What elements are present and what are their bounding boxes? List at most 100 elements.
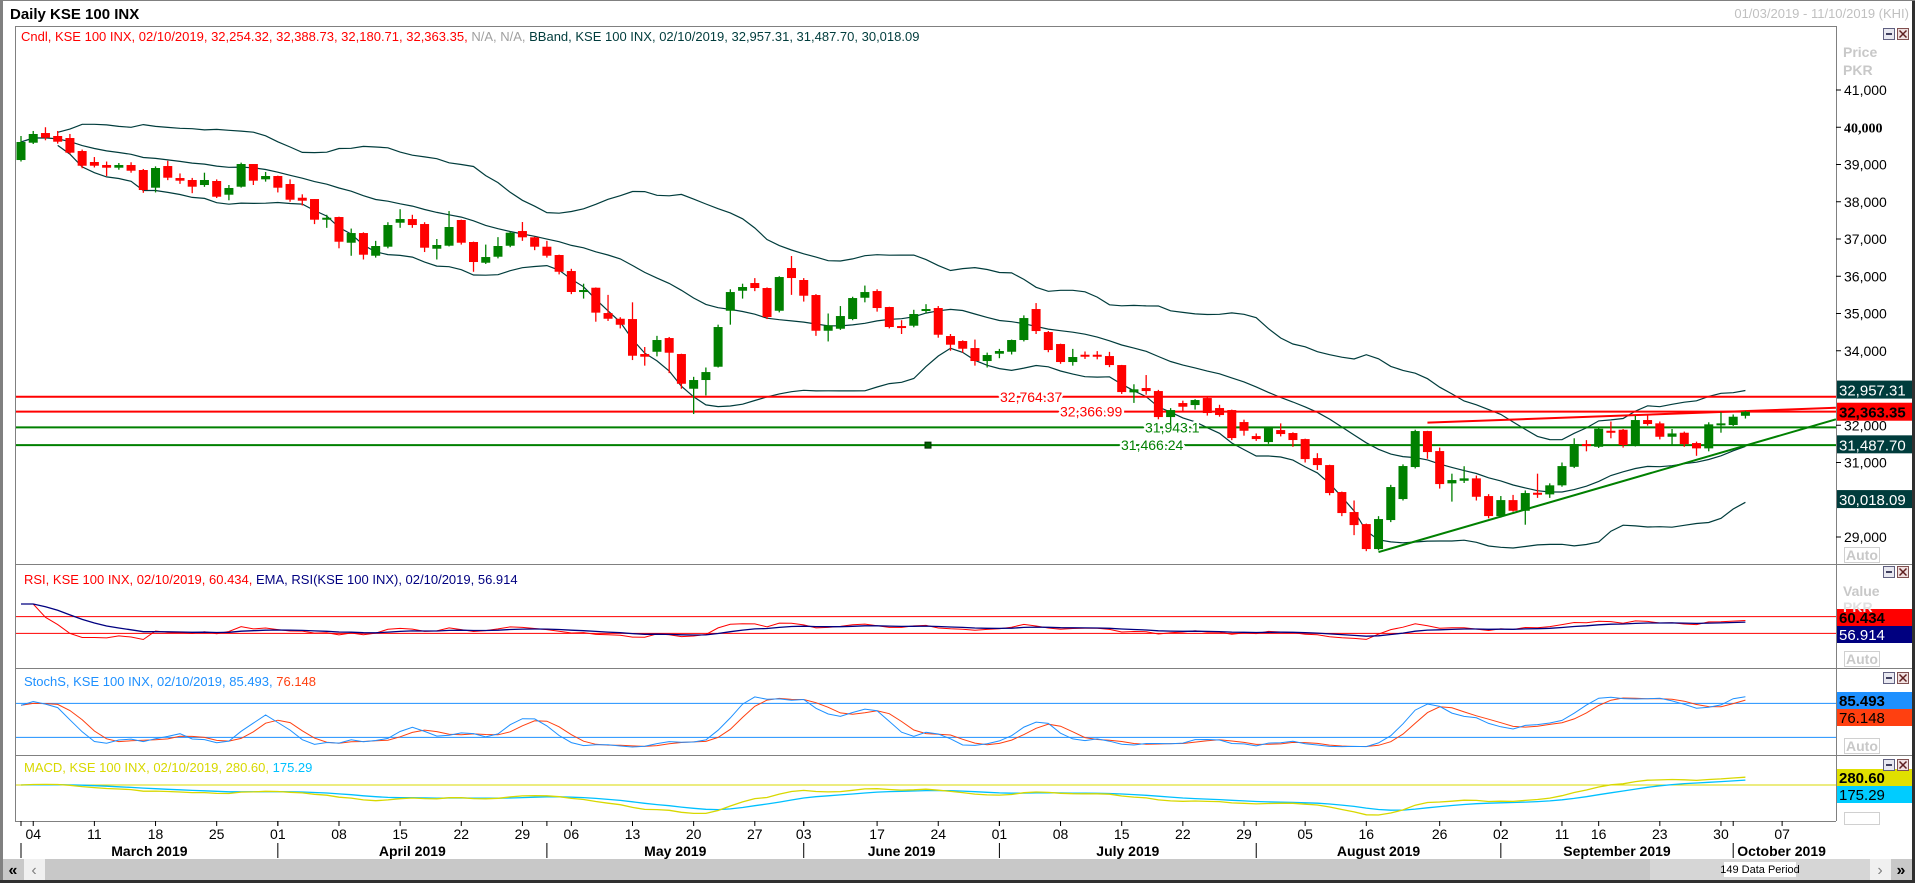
- candle-body: [89, 162, 99, 166]
- candle-body: [1581, 444, 1591, 447]
- candle[interactable]: [1300, 438, 1310, 463]
- candle-body: [554, 255, 564, 272]
- candle[interactable]: [774, 276, 784, 313]
- candle[interactable]: [1202, 396, 1212, 416]
- candle-body: [1508, 500, 1518, 511]
- stoch-auto-button[interactable]: Auto: [1844, 738, 1880, 754]
- candle[interactable]: [554, 254, 564, 275]
- candle-body: [383, 225, 393, 247]
- candle[interactable]: [1117, 364, 1127, 394]
- candle-body: [1484, 496, 1494, 517]
- candle-body: [1740, 411, 1750, 416]
- candle[interactable]: [1361, 523, 1371, 552]
- rsi-pane-minimize-button[interactable]: [1883, 566, 1895, 578]
- candle[interactable]: [713, 324, 723, 368]
- candle-body: [1655, 423, 1665, 437]
- candle[interactable]: [1019, 315, 1029, 342]
- candle-body: [835, 316, 845, 329]
- date-tick-label: 22: [453, 826, 469, 842]
- macd-pane-minimize-button[interactable]: [1883, 759, 1895, 771]
- candle-body: [1533, 492, 1543, 495]
- candle[interactable]: [1594, 427, 1604, 448]
- macd-auto-button[interactable]: [1844, 812, 1880, 825]
- candle[interactable]: [1484, 494, 1494, 519]
- candle[interactable]: [456, 219, 466, 245]
- date-tick-label: 18: [148, 826, 164, 842]
- price-tick-label: 29,000: [1844, 529, 1887, 545]
- price-auto-button[interactable]: Auto: [1844, 547, 1880, 563]
- rsi-pane-close-button[interactable]: [1897, 566, 1909, 578]
- candle[interactable]: [1557, 462, 1567, 487]
- candle[interactable]: [420, 222, 430, 253]
- stoch-pane-minimize-button[interactable]: [1883, 672, 1895, 684]
- price-tick-label: 40,000: [1844, 121, 1883, 136]
- na-legend: N/A, N/A,: [471, 29, 525, 44]
- stoch-legend-d: 76.148: [276, 674, 316, 689]
- candle-body: [1361, 524, 1371, 550]
- minimize-icon-bar: [1886, 571, 1892, 573]
- price-tick-label: 37,000: [1844, 231, 1887, 247]
- price-pane-minimize-button[interactable]: [1883, 28, 1895, 40]
- candle-body: [1386, 487, 1396, 521]
- candle[interactable]: [236, 162, 246, 188]
- candle[interactable]: [77, 149, 87, 169]
- candle-body: [579, 290, 589, 293]
- candle-body: [1007, 340, 1017, 352]
- candle[interactable]: [1435, 447, 1445, 489]
- chevron-left-icon: ‹: [31, 862, 36, 879]
- candle-body: [1288, 433, 1298, 441]
- candle[interactable]: [1630, 415, 1640, 447]
- candle[interactable]: [1410, 429, 1420, 469]
- candle[interactable]: [212, 179, 222, 199]
- candle[interactable]: [1398, 464, 1408, 501]
- window-top-border: [0, 0, 1915, 1]
- candle[interactable]: [1325, 464, 1335, 496]
- macd-pane-close-button[interactable]: [1897, 759, 1909, 771]
- date-tick-label: 23: [1652, 826, 1668, 842]
- candle[interactable]: [383, 222, 393, 249]
- month-label: May 2019: [644, 843, 706, 859]
- candle-body: [1325, 465, 1335, 494]
- candle[interactable]: [505, 231, 515, 248]
- scrollbar-track[interactable]: [3, 859, 1912, 880]
- line-handle-icon[interactable]: [924, 441, 932, 449]
- stoch-pane-close-button[interactable]: [1897, 672, 1909, 684]
- candle[interactable]: [884, 306, 894, 329]
- candle[interactable]: [1056, 343, 1066, 364]
- date-tick-label: 27: [747, 826, 763, 842]
- candle[interactable]: [1043, 331, 1053, 353]
- date-tick-label: 02: [1493, 826, 1509, 842]
- date-tick-label: 17: [869, 826, 885, 842]
- candle[interactable]: [1153, 389, 1163, 420]
- candle[interactable]: [138, 168, 148, 193]
- price-pane-close-button[interactable]: [1897, 28, 1909, 40]
- candle[interactable]: [933, 306, 943, 338]
- candle[interactable]: [848, 296, 858, 321]
- candle-body: [750, 283, 760, 289]
- minimize-icon-bar: [1886, 33, 1892, 35]
- candle[interactable]: [1227, 409, 1237, 441]
- scrollbar[interactable]: « ‹ › » 149 Data Period: [3, 859, 1912, 880]
- candle-body: [1312, 458, 1322, 466]
- candle[interactable]: [566, 268, 576, 295]
- candle[interactable]: [1655, 421, 1665, 440]
- candle[interactable]: [1337, 491, 1347, 517]
- candle-body: [1667, 433, 1677, 437]
- candle[interactable]: [1263, 426, 1273, 444]
- candle-body: [456, 220, 466, 243]
- candle[interactable]: [811, 294, 821, 336]
- candle-body: [909, 314, 919, 326]
- candle[interactable]: [1471, 475, 1481, 501]
- candle[interactable]: [676, 353, 686, 389]
- candle-body: [603, 313, 613, 319]
- candle[interactable]: [1386, 484, 1396, 523]
- candle[interactable]: [1618, 428, 1628, 448]
- price-tick-label: 38,000: [1844, 194, 1887, 210]
- candle[interactable]: [762, 287, 772, 320]
- candle[interactable]: [1704, 422, 1714, 452]
- rsi-auto-button[interactable]: Auto: [1844, 651, 1880, 667]
- candle-body: [958, 341, 968, 349]
- candle[interactable]: [1374, 516, 1384, 551]
- candle-body: [921, 309, 931, 312]
- candle-body: [1019, 318, 1029, 341]
